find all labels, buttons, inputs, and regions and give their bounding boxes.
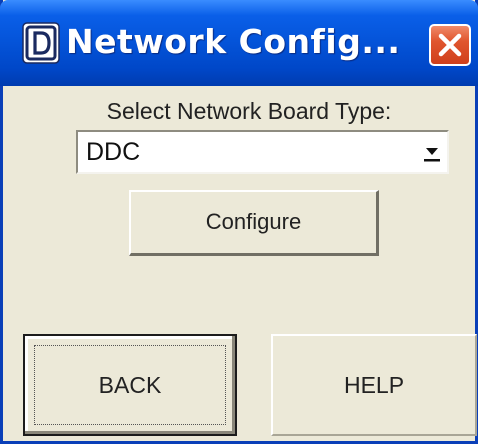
board-type-select[interactable]: DDC xyxy=(76,130,449,174)
board-type-label: Select Network Board Type: xyxy=(106,98,392,124)
network-config-window: Network Config... Select Network Board T… xyxy=(0,0,478,444)
back-button[interactable]: BACK xyxy=(23,334,237,436)
configure-button[interactable]: Configure xyxy=(129,190,379,256)
app-icon xyxy=(22,22,60,64)
title-bar[interactable]: Network Config... xyxy=(0,0,478,86)
help-button[interactable]: HELP xyxy=(271,334,477,436)
close-button[interactable] xyxy=(429,24,471,66)
window-title: Network Config... xyxy=(66,22,401,61)
board-type-selected-value: DDC xyxy=(86,138,141,166)
back-button-label: BACK xyxy=(98,372,162,398)
dropdown-arrow-icon[interactable] xyxy=(421,138,443,166)
close-icon xyxy=(438,33,462,57)
